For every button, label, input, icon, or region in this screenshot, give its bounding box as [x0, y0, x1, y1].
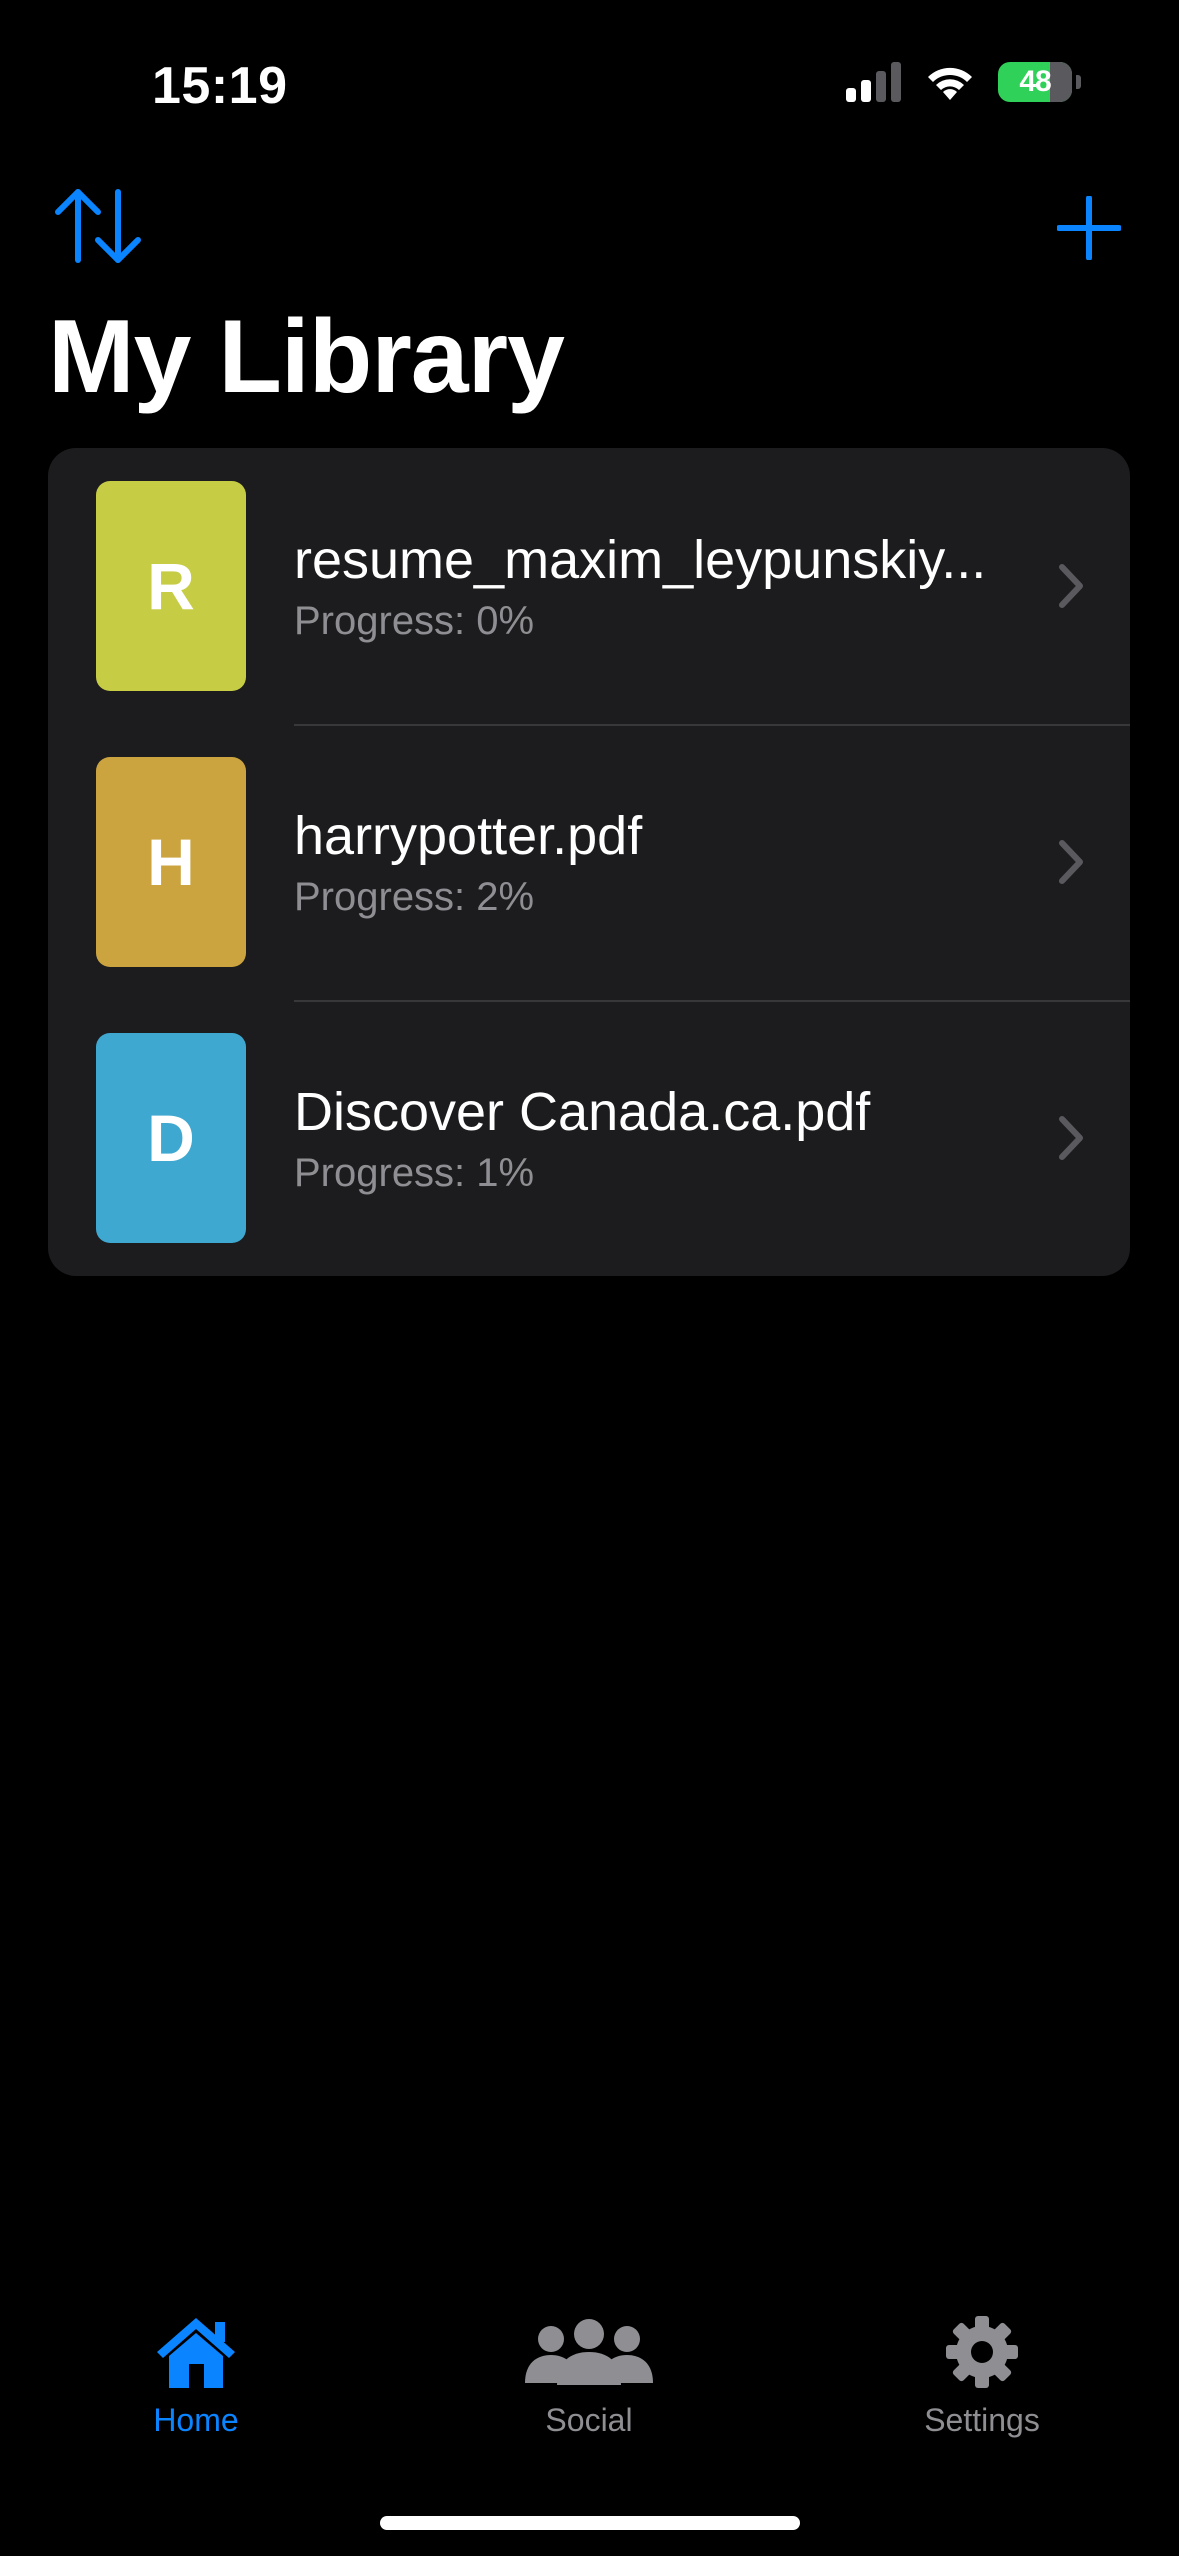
- document-thumbnail: R: [96, 481, 246, 691]
- battery-percent: 48: [1019, 65, 1051, 98]
- chevron-right-icon: [1059, 840, 1083, 884]
- cellular-signal-icon: [846, 62, 901, 102]
- home-indicator[interactable]: [380, 2516, 800, 2530]
- document-title: harrypotter.pdf: [294, 806, 643, 867]
- document-thumbnail: D: [96, 1033, 246, 1243]
- library-list: R resume_maxim_leypunskiy... Progress: 0…: [48, 448, 1130, 1276]
- document-progress: Progress: 1%: [294, 1150, 535, 1195]
- document-progress: Progress: 2%: [294, 874, 535, 919]
- tab-social[interactable]: Social: [469, 2310, 709, 2439]
- wifi-icon: [928, 67, 972, 100]
- status-time: 15:19: [152, 57, 288, 115]
- house-icon: [157, 2318, 235, 2388]
- page-title: My Library: [48, 299, 565, 415]
- tab-settings[interactable]: Settings: [862, 2310, 1102, 2439]
- document-thumbnail: H: [96, 757, 246, 967]
- library-item[interactable]: H harrypotter.pdf Progress: 2%: [48, 724, 1130, 1000]
- tab-bar: Home Social Settings: [0, 2310, 1179, 2470]
- document-title: Discover Canada.ca.pdf: [294, 1082, 871, 1143]
- plus-icon: [1056, 195, 1122, 261]
- sort-button[interactable]: [52, 186, 144, 266]
- chevron-right-icon: [1059, 564, 1083, 608]
- sort-arrows-icon: [55, 189, 141, 263]
- people-icon: [525, 2319, 653, 2385]
- add-button[interactable]: [1056, 195, 1122, 261]
- tab-label: Home: [153, 2402, 239, 2438]
- battery-charging-icon: 48: [998, 62, 1072, 102]
- library-item[interactable]: D Discover Canada.ca.pdf Progress: 1%: [48, 1000, 1130, 1276]
- tab-home[interactable]: Home: [76, 2310, 316, 2439]
- document-title: resume_maxim_leypunskiy...: [294, 530, 987, 591]
- status-icons: 48: [846, 62, 1081, 102]
- library-item[interactable]: R resume_maxim_leypunskiy... Progress: 0…: [48, 448, 1130, 724]
- document-progress: Progress: 0%: [294, 598, 535, 643]
- tab-label: Social: [545, 2402, 633, 2438]
- gear-icon: [946, 2316, 1018, 2388]
- tab-label: Settings: [924, 2402, 1040, 2438]
- chevron-right-icon: [1059, 1116, 1083, 1160]
